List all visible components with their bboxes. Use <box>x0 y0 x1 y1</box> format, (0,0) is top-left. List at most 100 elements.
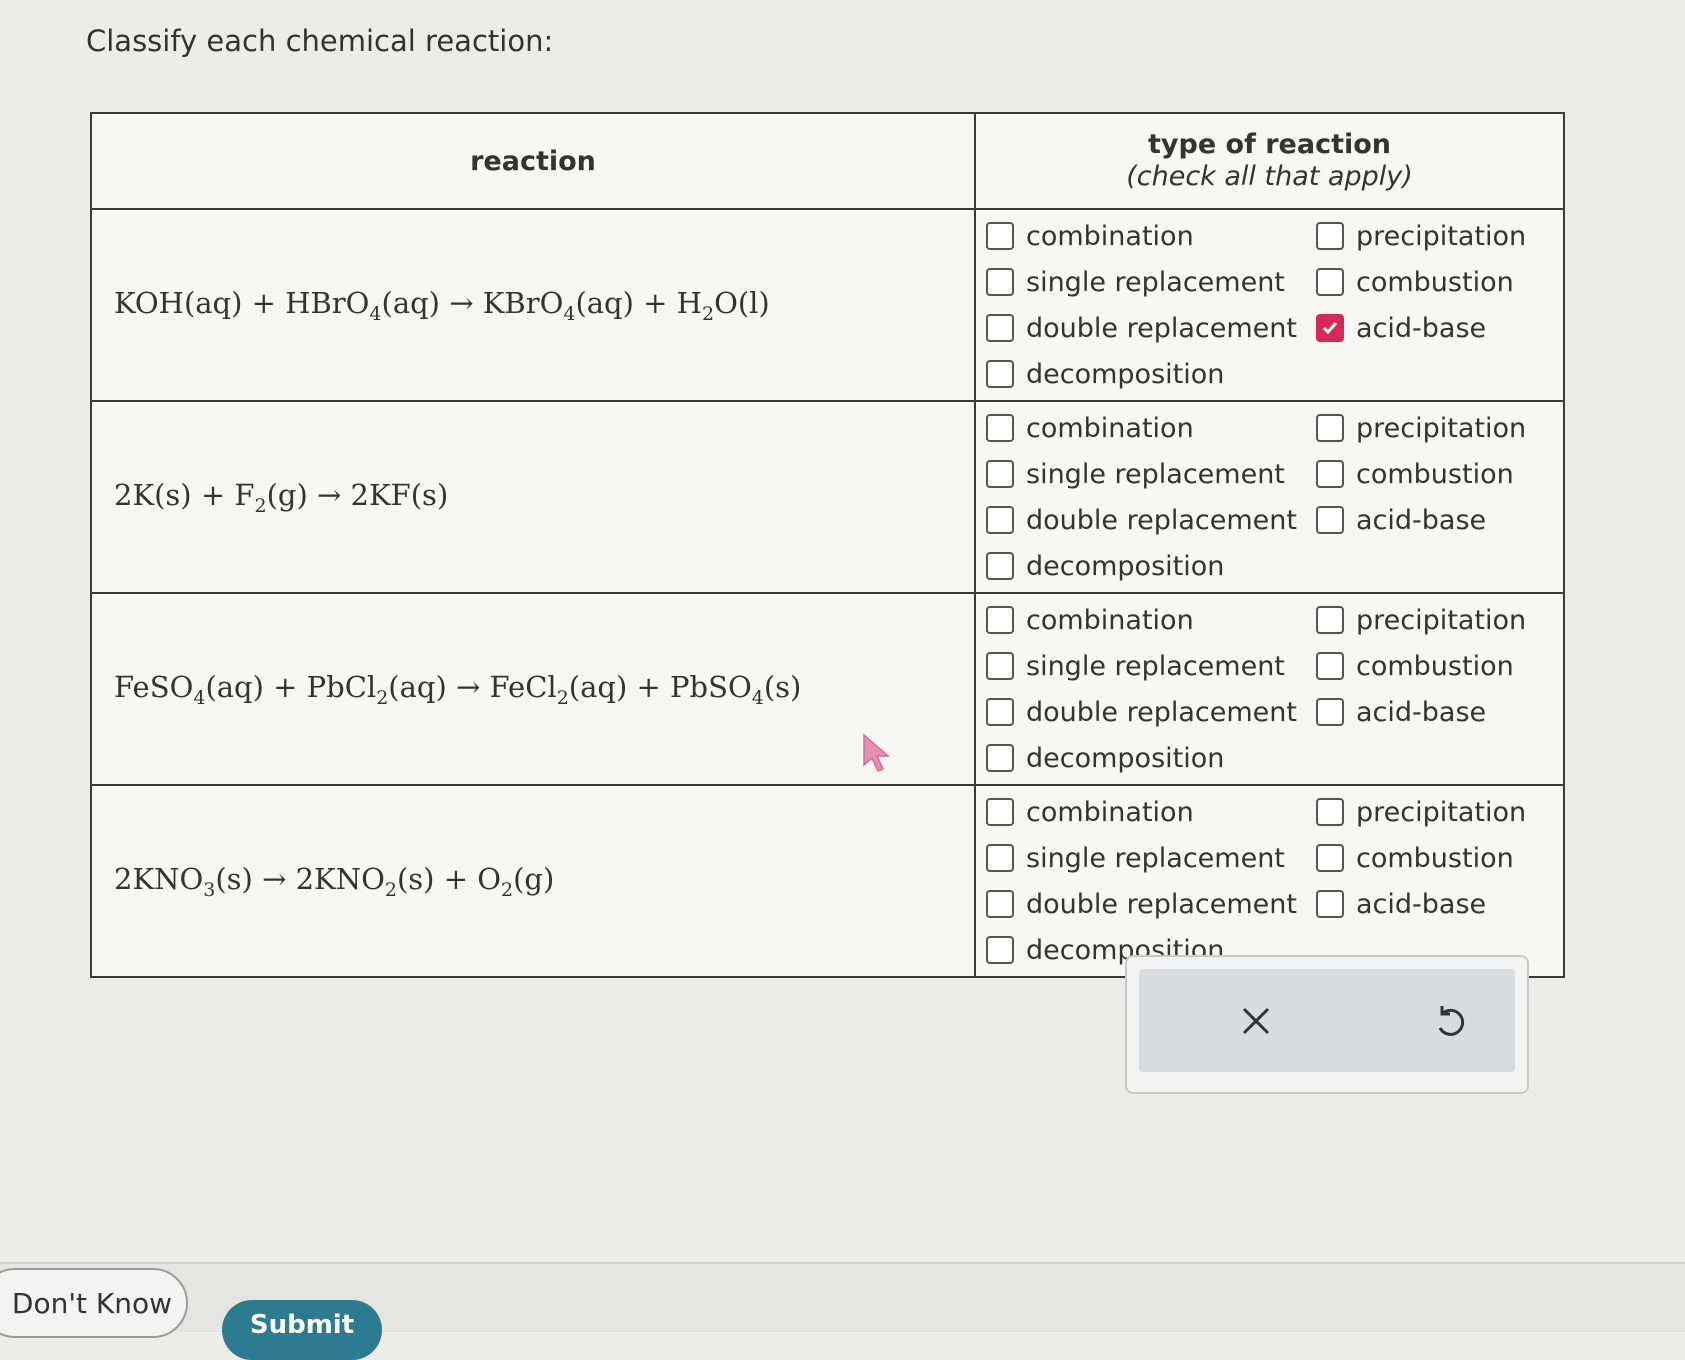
option-label: precipitation <box>1356 796 1527 828</box>
option-single-replacement[interactable]: single replacement <box>986 264 1316 300</box>
reaction-table: reaction type of reaction (check all tha… <box>90 112 1565 978</box>
option-acid-base[interactable]: acid-base <box>1316 502 1553 538</box>
undo-button[interactable] <box>1419 991 1479 1051</box>
option-label: combination <box>1026 796 1194 828</box>
option-combination[interactable]: combination <box>986 218 1316 254</box>
checkbox[interactable] <box>986 268 1014 296</box>
checkbox[interactable] <box>986 744 1014 772</box>
checkbox[interactable] <box>986 414 1014 442</box>
option-double-replacement[interactable]: double replacement <box>986 886 1316 922</box>
option-label: acid-base <box>1356 312 1487 344</box>
option-single-replacement[interactable]: single replacement <box>986 456 1316 492</box>
checkbox[interactable] <box>986 552 1014 580</box>
checkbox[interactable] <box>986 606 1014 634</box>
option-combustion[interactable]: combustion <box>1316 840 1553 876</box>
checkbox[interactable] <box>986 798 1014 826</box>
option-combination[interactable]: combination <box>986 602 1316 638</box>
option-label: precipitation <box>1356 412 1527 444</box>
option-label: single replacement <box>1026 266 1285 298</box>
checkmark-icon <box>1322 322 1338 335</box>
option-acid-base[interactable]: acid-base <box>1316 310 1553 346</box>
option-acid-base[interactable]: acid-base <box>1316 694 1553 730</box>
checkbox[interactable] <box>1316 698 1344 726</box>
answer-action-panel <box>1125 955 1529 1094</box>
checkbox[interactable] <box>986 936 1014 964</box>
option-label: combination <box>1026 412 1194 444</box>
option-label: combination <box>1026 220 1194 252</box>
reaction-type-options: combination precipitation single replaceme… <box>974 400 1565 594</box>
checkbox[interactable] <box>1316 798 1344 826</box>
option-label: double replacement <box>1026 888 1297 920</box>
option-combustion[interactable]: combustion <box>1316 648 1553 684</box>
reaction-row: 2KNO3(s) → 2KNO2(s) + O2(g) combination pr… <box>90 784 1565 978</box>
option-acid-base[interactable]: acid-base <box>1316 886 1553 922</box>
checkbox[interactable] <box>1316 460 1344 488</box>
option-label: double replacement <box>1026 696 1297 728</box>
checkbox[interactable] <box>1316 606 1344 634</box>
checkbox[interactable] <box>1316 268 1344 296</box>
option-label: decomposition <box>1026 742 1225 774</box>
option-combination[interactable]: combination <box>986 794 1316 830</box>
checkbox[interactable] <box>1316 890 1344 918</box>
option-combustion[interactable]: combustion <box>1316 264 1553 300</box>
action-buttons-area <box>1139 969 1515 1072</box>
checkbox[interactable] <box>1316 506 1344 534</box>
options-grid: combination precipitation single replaceme… <box>986 794 1553 968</box>
option-label: single replacement <box>1026 458 1285 490</box>
header-type-hint: (check all that apply) <box>1126 161 1413 192</box>
option-label: acid-base <box>1356 504 1487 536</box>
option-double-replacement[interactable]: double replacement <box>986 694 1316 730</box>
header-type-of-reaction: type of reaction (check all that apply) <box>974 112 1565 210</box>
reaction-row: 2K(s) + F2(g) → 2KF(s) combination precipi… <box>90 400 1565 594</box>
option-double-replacement[interactable]: double replacement <box>986 502 1316 538</box>
checkbox[interactable] <box>986 460 1014 488</box>
option-label: single replacement <box>1026 842 1285 874</box>
option-precipitation[interactable]: precipitation <box>1316 794 1553 830</box>
checkbox[interactable] <box>986 222 1014 250</box>
option-single-replacement[interactable]: single replacement <box>986 648 1316 684</box>
option-label: precipitation <box>1356 220 1527 252</box>
checkbox[interactable] <box>986 506 1014 534</box>
option-decomposition[interactable]: decomposition <box>986 740 1316 776</box>
checkbox[interactable] <box>986 360 1014 388</box>
option-combination[interactable]: combination <box>986 410 1316 446</box>
checkbox[interactable] <box>986 698 1014 726</box>
reaction-type-options: combination precipitation single replaceme… <box>974 784 1565 978</box>
question-prompt: Classify each chemical reaction: <box>86 24 554 58</box>
options-grid: combination precipitation single replaceme… <box>986 410 1553 584</box>
option-single-replacement[interactable]: single replacement <box>986 840 1316 876</box>
option-label: decomposition <box>1026 550 1225 582</box>
option-precipitation[interactable]: precipitation <box>1316 218 1553 254</box>
header-type-label: type of reaction <box>1147 129 1392 160</box>
option-decomposition[interactable]: decomposition <box>986 356 1316 392</box>
clear-button[interactable] <box>1226 991 1286 1051</box>
checkbox[interactable] <box>986 890 1014 918</box>
option-double-replacement[interactable]: double replacement <box>986 310 1316 346</box>
option-precipitation[interactable]: precipitation <box>1316 410 1553 446</box>
option-label: single replacement <box>1026 650 1285 682</box>
option-label: double replacement <box>1026 504 1297 536</box>
checkbox[interactable] <box>1316 844 1344 872</box>
header-reaction: reaction <box>90 112 976 210</box>
reaction-type-options: combination precipitation single replaceme… <box>974 592 1565 786</box>
checkbox[interactable] <box>986 844 1014 872</box>
option-combustion[interactable]: combustion <box>1316 456 1553 492</box>
reaction-row: FeSO4(aq) + PbCl2(aq) → FeCl2(aq) + PbSO… <box>90 592 1565 786</box>
dont-know-button[interactable]: Don't Know <box>0 1268 188 1338</box>
x-icon <box>1242 1007 1270 1034</box>
option-decomposition[interactable]: decomposition <box>986 548 1316 584</box>
checkbox[interactable] <box>1316 314 1344 342</box>
mouse-cursor-icon <box>863 733 890 772</box>
checkbox[interactable] <box>1316 222 1344 250</box>
submit-button[interactable]: Submit <box>222 1300 382 1360</box>
reaction-equation: 2KNO3(s) → 2KNO2(s) + O2(g) <box>90 784 976 978</box>
option-precipitation[interactable]: precipitation <box>1316 602 1553 638</box>
option-label: decomposition <box>1026 358 1225 390</box>
reaction-equation: FeSO4(aq) + PbCl2(aq) → FeCl2(aq) + PbSO… <box>90 592 976 786</box>
options-grid: combination precipitation single replaceme… <box>986 602 1553 776</box>
checkbox[interactable] <box>1316 414 1344 442</box>
reaction-equation: 2K(s) + F2(g) → 2KF(s) <box>90 400 976 594</box>
checkbox[interactable] <box>1316 652 1344 680</box>
checkbox[interactable] <box>986 652 1014 680</box>
checkbox[interactable] <box>986 314 1014 342</box>
